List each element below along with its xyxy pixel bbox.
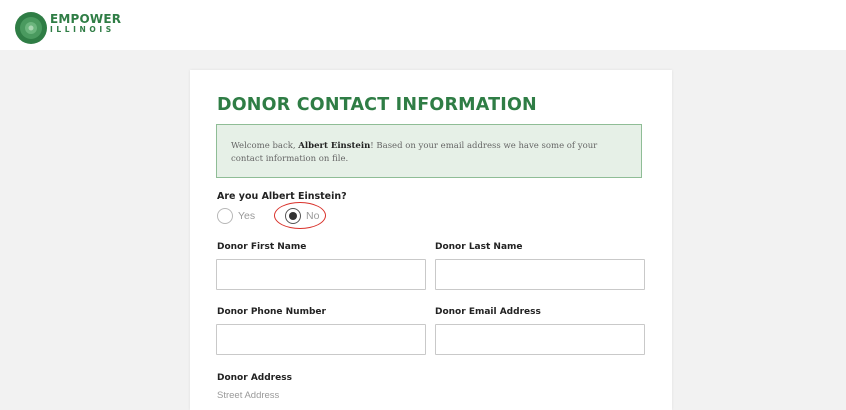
brand-name-top: EMPOWER <box>50 12 122 26</box>
identity-option-yes[interactable]: Yes <box>217 207 255 225</box>
identity-question: Are you Albert Einstein? <box>217 191 347 202</box>
notice-donor-name: Albert Einstein <box>298 141 371 151</box>
no-radio-label[interactable]: No <box>306 210 319 222</box>
notice-prefix: Welcome back, <box>231 141 299 151</box>
yes-radio-label[interactable]: Yes <box>238 210 255 222</box>
last-name-label: Donor Last Name <box>435 242 523 252</box>
phone-input[interactable] <box>216 324 426 355</box>
welcome-notice: Welcome back, Albert Einstein! Based on … <box>216 124 642 178</box>
first-name-label: Donor First Name <box>217 242 307 252</box>
welcome-notice-text: Welcome back, Albert Einstein! Based on … <box>231 140 621 166</box>
phone-label: Donor Phone Number <box>217 307 326 317</box>
street-address-label: Street Address <box>217 390 280 401</box>
no-radio[interactable] <box>285 208 301 224</box>
address-label: Donor Address <box>217 373 292 383</box>
brand-wordmark[interactable]: EMPOWER ILLINOIS <box>50 13 121 34</box>
last-name-input[interactable] <box>435 259 645 290</box>
empower-illinois-logo-icon[interactable] <box>14 11 48 45</box>
first-name-input[interactable] <box>216 259 426 290</box>
email-label: Donor Email Address <box>435 307 541 317</box>
identity-option-no[interactable]: No <box>285 207 319 225</box>
donor-contact-card: DONOR CONTACT INFORMATION Welcome back, … <box>190 70 672 410</box>
site-header: EMPOWER ILLINOIS <box>0 0 846 50</box>
yes-radio[interactable] <box>217 208 233 224</box>
email-input[interactable] <box>435 324 645 355</box>
page-title: DONOR CONTACT INFORMATION <box>217 95 537 115</box>
brand-name-bottom: ILLINOIS <box>50 25 115 34</box>
